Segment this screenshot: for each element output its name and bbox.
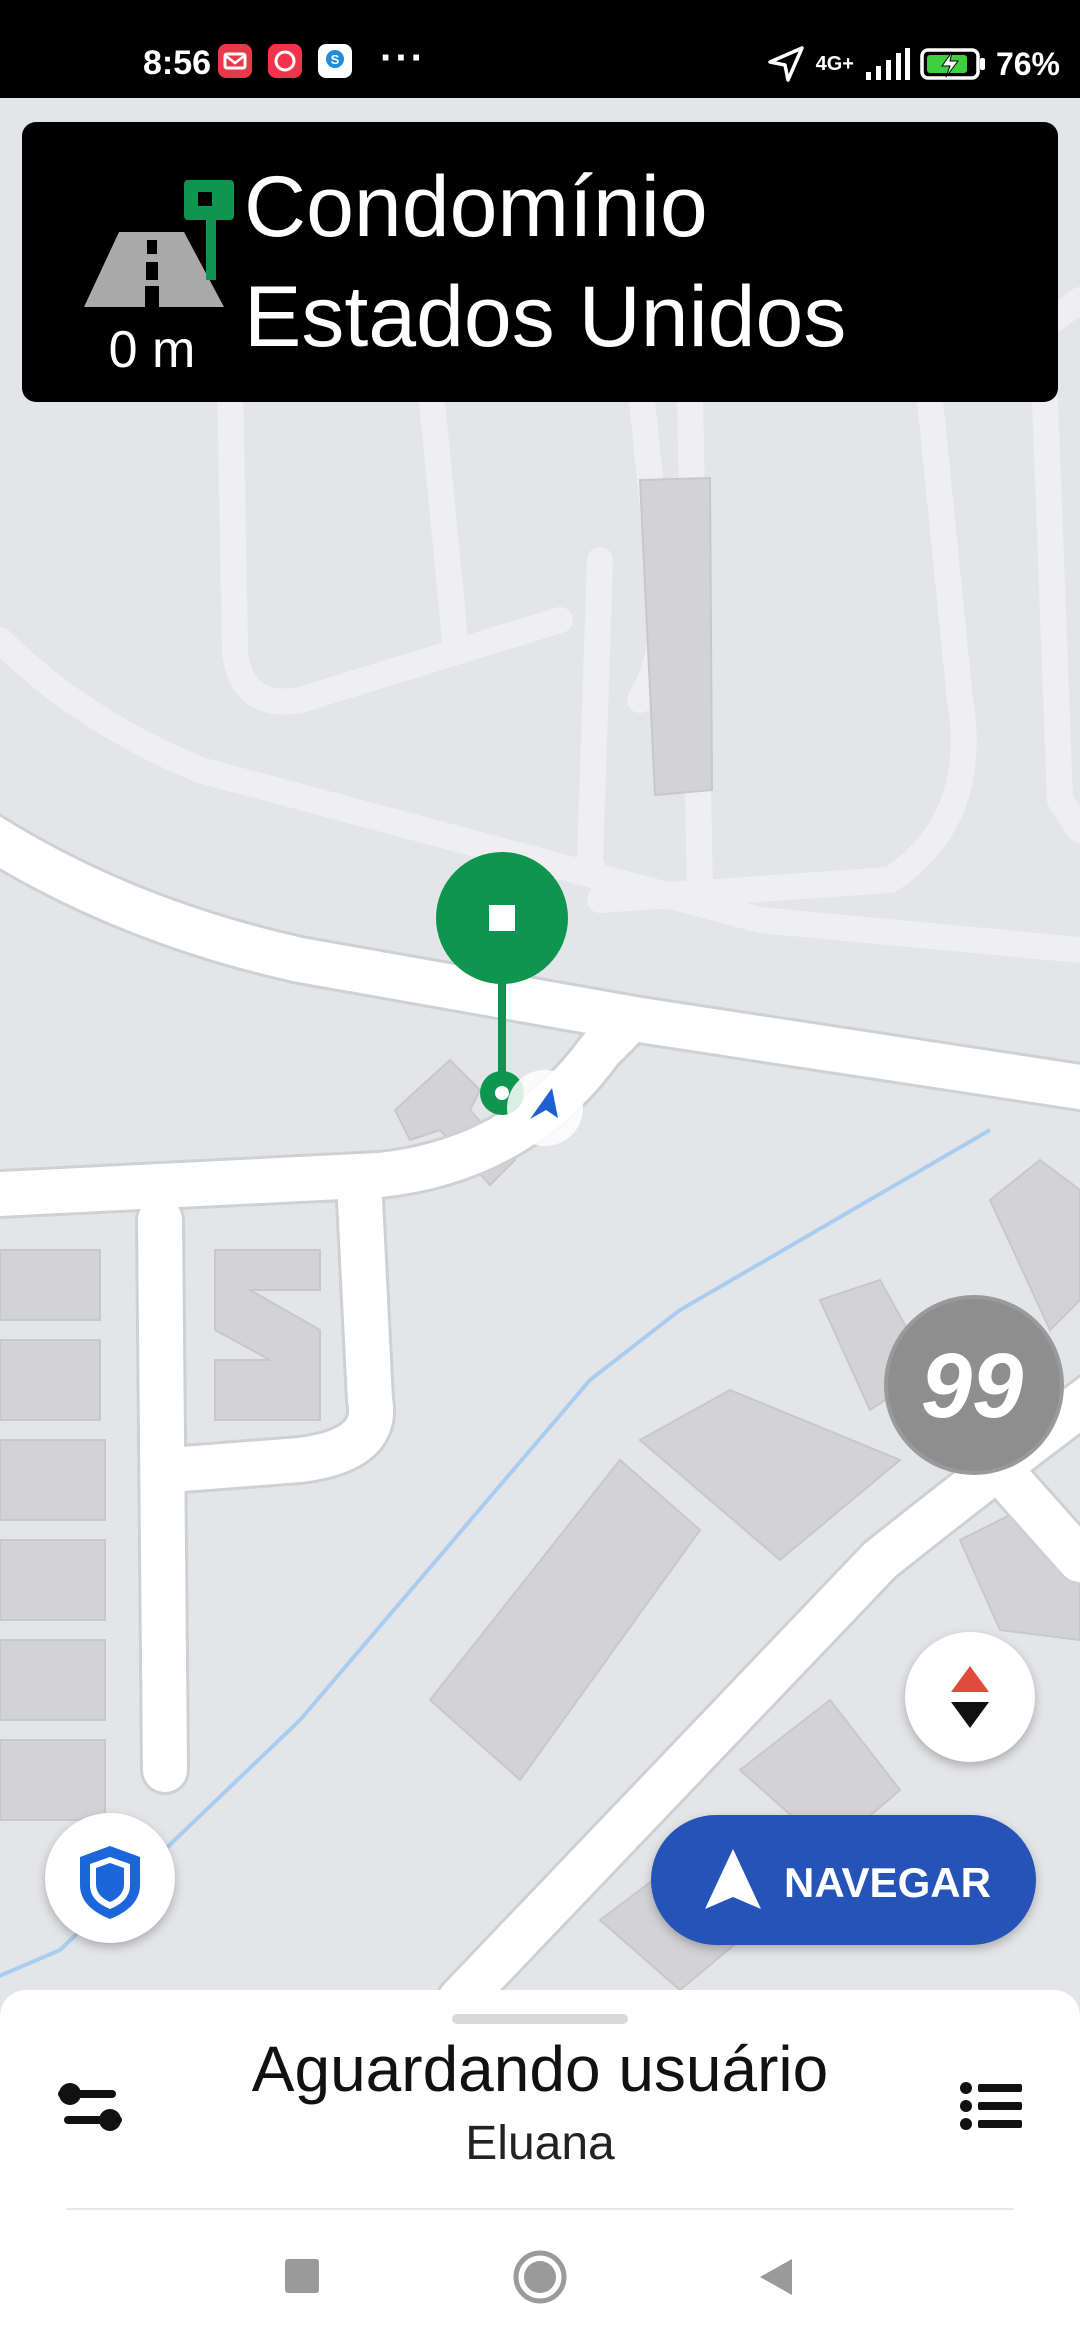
destination-line-2: Estados Unidos <box>244 269 847 365</box>
sheet-divider <box>66 2208 1014 2210</box>
trip-status-text: Aguardando usuário <box>251 2033 829 2105</box>
list-icon <box>960 2082 1022 2130</box>
recents-icon <box>285 2259 319 2293</box>
back-button[interactable] <box>740 2242 810 2312</box>
globoplay-notification-icon <box>268 44 302 78</box>
rider-name: Eluana <box>465 2117 615 2170</box>
network-type: 4G+ <box>815 53 854 75</box>
destination-name: Condomínio Estados Unidos <box>244 152 846 372</box>
status-icons: 4G+ 76% <box>766 44 1060 84</box>
svg-text:S: S <box>331 52 340 67</box>
app-notification-icon: S <box>318 44 352 78</box>
app-99-logo-text: 99 <box>921 1335 1023 1437</box>
home-button[interactable] <box>505 2242 575 2312</box>
navigate-label: NAVEGAR <box>784 1859 991 1906</box>
system-navigation-bar <box>0 2222 1080 2340</box>
navigation-instruction-banner[interactable]: 0 m Condomínio Estados Unidos <box>22 122 1058 402</box>
mail-notification-icon <box>218 44 252 78</box>
recents-button[interactable] <box>268 2242 338 2312</box>
sheet-drag-handle[interactable] <box>452 2014 628 2024</box>
compass-button[interactable] <box>905 1632 1035 1762</box>
more-notifications-icon: ··· <box>380 36 426 80</box>
navigate-button[interactable]: NAVEGAR <box>651 1815 1036 1945</box>
maneuver-distance: 0 m <box>108 321 196 379</box>
destination-line-1: Condomínio <box>244 159 708 255</box>
current-location-icon <box>507 1070 583 1146</box>
compass-icon <box>951 1666 989 1728</box>
location-arrow-icon <box>767 46 804 82</box>
battery-percent: 76% <box>995 45 1060 82</box>
trip-menu-button[interactable] <box>950 2066 1030 2146</box>
signal-icon <box>865 48 910 80</box>
status-time: 8:56 <box>143 44 212 82</box>
status-bar: 8:56 S ··· 4G+ 76% <box>0 0 1080 98</box>
back-icon <box>760 2259 792 2295</box>
app-99-logo: 99 <box>884 1295 1064 1475</box>
safety-shield-button[interactable] <box>45 1813 175 1943</box>
battery-charging-icon <box>920 48 985 80</box>
home-icon <box>513 2250 567 2304</box>
shield-icon <box>80 1846 140 1919</box>
arrive-destination-icon <box>84 180 234 307</box>
navigation-arrow-icon <box>705 1849 761 1909</box>
